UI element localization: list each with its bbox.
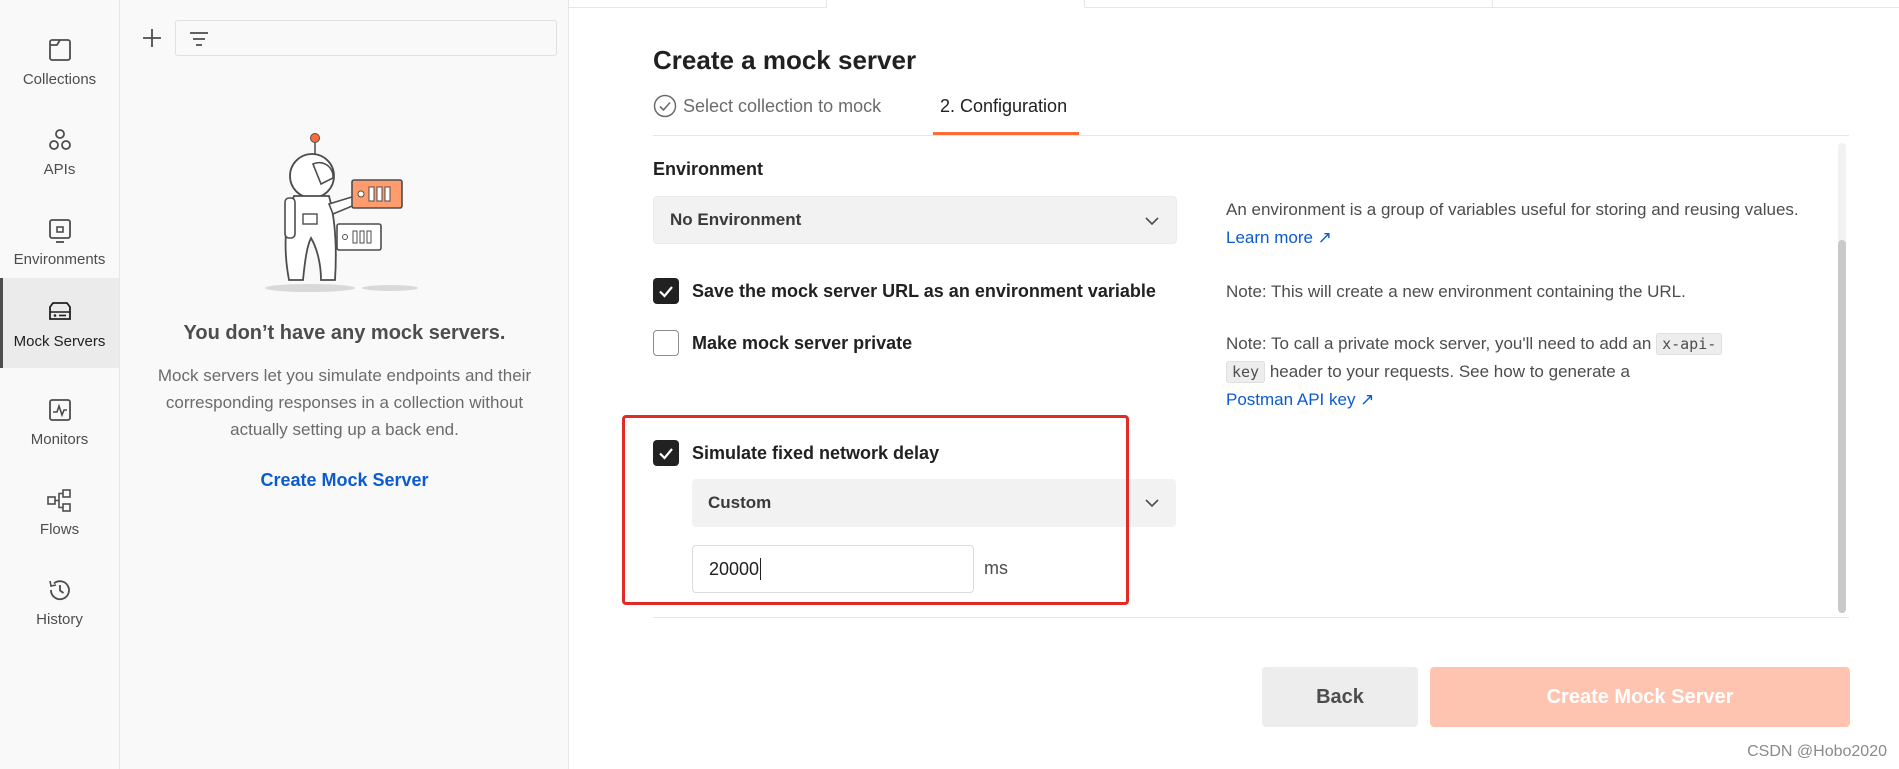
page-title: Create a mock server: [653, 45, 917, 75]
key-code: key: [1226, 361, 1266, 383]
tab-placeholder[interactable]: [1085, 0, 1493, 8]
private-label: Make mock server private: [692, 332, 913, 353]
sidebar-item-label: Collections: [22, 70, 97, 88]
save-url-checkbox[interactable]: [653, 278, 679, 304]
delay-label: Simulate fixed network delay: [692, 442, 940, 463]
x-api-code: x-api-: [1656, 333, 1723, 355]
create-mock-server-button[interactable]: Create Mock Server: [1430, 667, 1850, 727]
sidebar-item-label: Environments: [13, 250, 106, 268]
sidebar-item-monitors[interactable]: Monitors: [0, 376, 119, 466]
wizard-steps: Select collection to mock 2. Configurati…: [653, 92, 1849, 136]
tab-placeholder[interactable]: [569, 0, 827, 8]
check-circle-icon: [653, 94, 677, 118]
delay-ms-value: 20000: [709, 558, 760, 579]
astronaut-illustration: [245, 128, 435, 298]
chevron-down-icon: [1144, 213, 1160, 229]
delay-checkbox[interactable]: [653, 440, 679, 466]
filter-search-input[interactable]: [175, 20, 557, 56]
step-label: Select collection to mock: [683, 95, 882, 116]
tab-active[interactable]: [827, 0, 1085, 8]
private-checkbox[interactable]: [653, 330, 679, 356]
sidebar-item-environments[interactable]: Environments: [0, 196, 119, 286]
delay-ms-input[interactable]: 20000: [692, 545, 974, 593]
delay-select-value: Custom: [708, 493, 772, 512]
save-url-note: Note: This will create a new environment…: [1226, 282, 1686, 301]
history-icon: [45, 575, 75, 605]
empty-state-description: Mock servers let you simulate endpoints …: [157, 366, 532, 439]
active-step-indicator: [933, 132, 1079, 135]
delay-unit-label: ms: [984, 558, 1008, 578]
filter-icon[interactable]: [188, 28, 210, 50]
back-button[interactable]: Back: [1262, 667, 1418, 727]
apis-icon: [45, 125, 75, 155]
mock-servers-icon: [45, 297, 75, 327]
environment-help-text: An environment is a group of variables u…: [1226, 196, 1806, 252]
empty-state-title: You don’t have any mock servers.: [183, 322, 506, 344]
sidebar-item-mock-servers[interactable]: Mock Servers: [0, 278, 119, 368]
sidebar-item-label: Monitors: [30, 430, 89, 448]
private-note: Note: To call a private mock server, you…: [1226, 330, 1796, 414]
form-divider: [653, 617, 1849, 618]
private-note-text-2: header to your requests. See how to gene…: [1269, 362, 1630, 381]
sidebar-item-flows[interactable]: Flows: [0, 466, 119, 556]
create-mock-server-link[interactable]: Create Mock Server: [120, 470, 569, 491]
checkmark-icon: [659, 286, 673, 298]
sidebar-item-label: History: [36, 610, 83, 628]
step-select-collection[interactable]: Select collection to mock: [653, 94, 881, 118]
delay-option: Simulate fixed network delay: [653, 440, 939, 466]
private-option: Make mock server private: [653, 330, 912, 356]
sidebar-item-label: Mock Servers: [13, 332, 106, 350]
scrollbar-thumb[interactable]: [1838, 240, 1846, 613]
chevron-down-icon: [1144, 495, 1160, 511]
environment-help-body: An environment is a group of variables u…: [1226, 200, 1799, 219]
save-url-label: Save the mock server URL as an environme…: [692, 280, 1156, 301]
text-caret: [760, 558, 762, 580]
watermark: CSDN @Hobo2020: [1747, 743, 1887, 760]
sidebar-item-collections[interactable]: Collections: [0, 16, 119, 106]
collections-icon: [45, 35, 75, 65]
tab-strip: [569, 0, 1899, 8]
save-url-option: Save the mock server URL as an environme…: [653, 278, 1156, 304]
plus-icon[interactable]: [134, 20, 170, 56]
learn-more-link[interactable]: Learn more ↗: [1226, 228, 1332, 247]
delay-select[interactable]: Custom: [692, 479, 1176, 527]
panel-toolbar: [134, 20, 170, 56]
flows-icon: [45, 485, 75, 515]
environment-label: Environment: [653, 159, 764, 179]
environments-icon: [45, 215, 75, 245]
sidebar-item-history[interactable]: History: [0, 556, 119, 646]
environment-select[interactable]: No Environment: [653, 196, 1177, 244]
private-note-text: Note: To call a private mock server, you…: [1226, 334, 1652, 353]
sidebar-item-label: Flows: [39, 520, 80, 538]
step-configuration[interactable]: 2. Configuration: [940, 96, 1067, 117]
sidebar-item-apis[interactable]: APIs: [0, 106, 119, 196]
checkmark-icon: [659, 448, 673, 460]
environment-select-value: No Environment: [670, 210, 802, 229]
postman-api-key-link[interactable]: Postman API key ↗: [1226, 390, 1374, 409]
sidebar-rail: Collections APIs Environments Mock Serve…: [0, 0, 120, 769]
sidebar-item-label: APIs: [43, 160, 76, 178]
monitors-icon: [45, 395, 75, 425]
